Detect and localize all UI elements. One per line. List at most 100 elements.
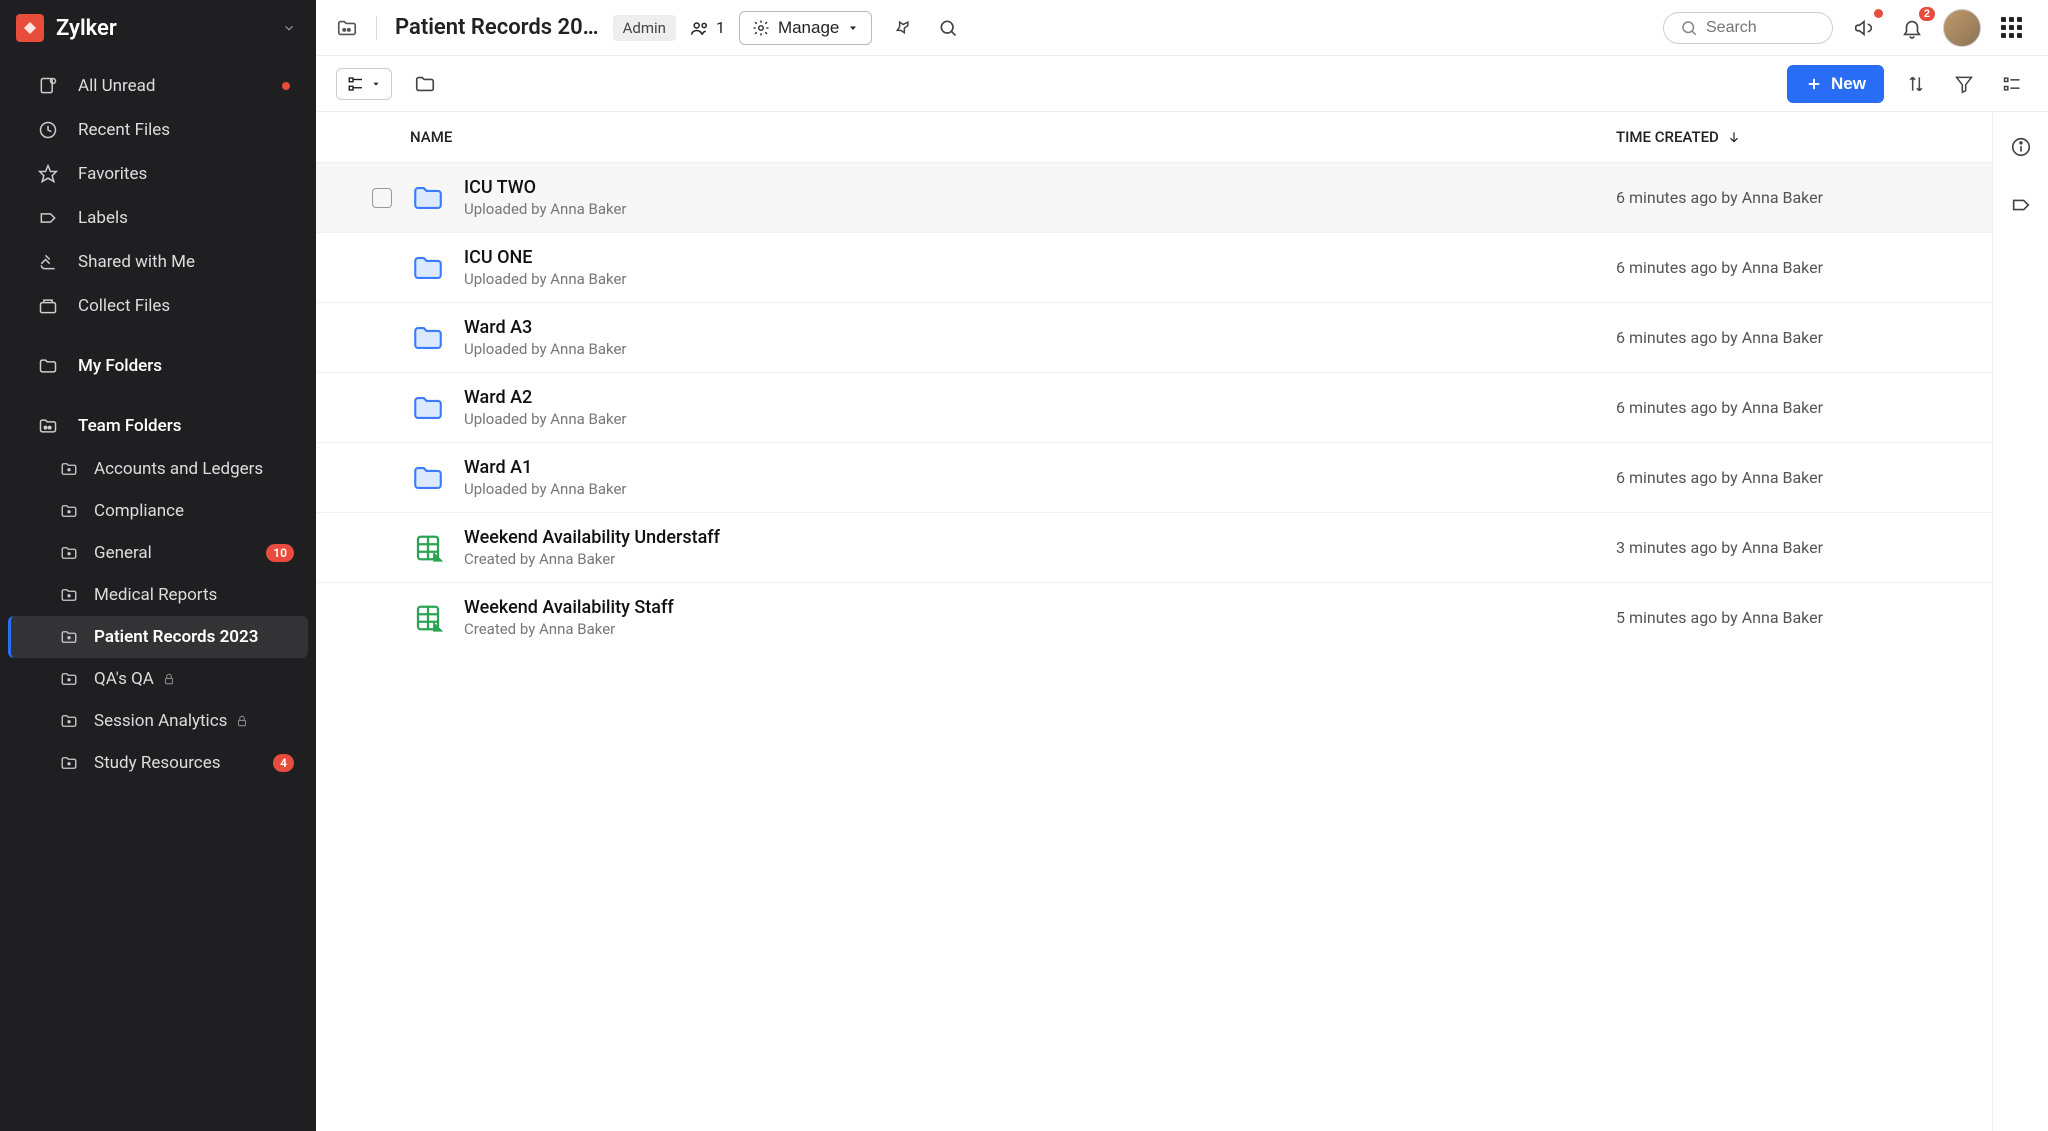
label-panel-button[interactable] (2004, 188, 2038, 222)
search-in-folder-button[interactable] (932, 12, 964, 44)
notification-dot (1874, 9, 1883, 18)
lock-icon (162, 672, 176, 686)
arrow-down-icon (1727, 130, 1741, 144)
team-folder-item[interactable]: Compliance (8, 490, 308, 532)
sidebar-nav-tag[interactable]: Labels (8, 196, 308, 240)
view-type-dropdown[interactable] (336, 68, 392, 100)
table-row[interactable]: ICU ONEUploaded by Anna Baker6 minutes a… (316, 232, 1992, 302)
file-list: NAME TIME CREATED ICU TWOUploaded by Ann… (316, 112, 1992, 1131)
global-search[interactable] (1663, 12, 1833, 44)
table-row[interactable]: Ward A1Uploaded by Anna Baker6 minutes a… (316, 442, 1992, 512)
sidebar-nav-share[interactable]: Shared with Me (8, 240, 308, 284)
table-row[interactable]: Weekend Availability UnderstaffCreated b… (316, 512, 1992, 582)
folder-icon (410, 460, 446, 496)
page-title: Patient Records 20… (395, 15, 599, 40)
sidebar-my-folders[interactable]: My Folders (8, 344, 308, 388)
caret-down-icon (847, 22, 859, 34)
sidebar-nav-clock[interactable]: Recent Files (8, 108, 308, 152)
team-folder-item[interactable]: QA's QA (8, 658, 308, 700)
sidebar-nav-unread[interactable]: All Unread (8, 64, 308, 108)
time-created: 6 minutes ago by Anna Baker (1616, 468, 1936, 487)
sidebar-item-label: Compliance (94, 501, 184, 521)
list-layout-icon (2002, 74, 2022, 94)
caret-down-icon (371, 79, 381, 89)
new-button[interactable]: New (1787, 65, 1884, 103)
share-icon (36, 250, 60, 274)
info-button[interactable] (2004, 130, 2038, 164)
file-subtitle: Uploaded by Anna Baker (464, 410, 1616, 428)
file-subtitle: Created by Anna Baker (464, 550, 1616, 568)
sidebar-nav-star[interactable]: Favorites (8, 152, 308, 196)
filter-button[interactable] (1948, 68, 1980, 100)
star-icon (36, 162, 60, 186)
team-folder-icon (58, 752, 80, 774)
sidebar-item-label: QA's QA (94, 669, 154, 689)
sidebar-item-label: Shared with Me (78, 252, 195, 272)
role-badge: Admin (613, 15, 676, 41)
tree-view-icon (347, 75, 365, 93)
table-row[interactable]: Ward A3Uploaded by Anna Baker6 minutes a… (316, 302, 1992, 372)
sidebar-item-label: Labels (78, 208, 128, 228)
team-folder-item[interactable]: Medical Reports (8, 574, 308, 616)
user-avatar[interactable] (1943, 9, 1981, 47)
col-name-header[interactable]: NAME (410, 128, 1616, 146)
sidebar-team-folders[interactable]: Team Folders (8, 404, 308, 448)
sort-button[interactable] (1900, 68, 1932, 100)
tag-icon (36, 206, 60, 230)
table-header: NAME TIME CREATED (316, 112, 1992, 162)
row-checkbox[interactable] (372, 188, 392, 208)
unread-dot (282, 82, 290, 90)
folder-icon (410, 390, 446, 426)
search-input[interactable] (1706, 19, 1816, 37)
search-icon (938, 18, 958, 38)
time-created: 6 minutes ago by Anna Baker (1616, 188, 1936, 207)
file-name: ICU TWO (464, 177, 1616, 198)
team-folder-item[interactable]: Session Analytics (8, 700, 308, 742)
folder-icon (410, 250, 446, 286)
sidebar-nav-collect[interactable]: Collect Files (8, 284, 308, 328)
sidebar-item-label: Favorites (78, 164, 147, 184)
org-name: Zylker (56, 16, 282, 41)
pin-icon (892, 18, 912, 38)
team-folder-item[interactable]: Accounts and Ledgers (8, 448, 308, 490)
team-folder-icon (58, 542, 80, 564)
filter-icon (1954, 74, 1974, 94)
team-folder-item[interactable]: General10 (8, 532, 308, 574)
pin-button[interactable] (886, 12, 918, 44)
folder-view-button[interactable] (408, 67, 442, 101)
org-switcher[interactable]: Zylker (0, 0, 316, 56)
count-badge: 4 (273, 754, 294, 772)
announcements-button[interactable] (1847, 11, 1881, 45)
team-folder-icon (58, 500, 80, 522)
bell-icon (1901, 17, 1923, 39)
apps-launcher[interactable] (1995, 11, 2028, 44)
team-folder-root-icon[interactable] (336, 17, 358, 39)
folder-icon (414, 73, 436, 95)
file-name: Ward A2 (464, 387, 1616, 408)
team-folder-icon (36, 414, 60, 438)
members-count[interactable]: 1 (690, 18, 725, 38)
main: Patient Records 20… Admin 1 Manage (316, 0, 2048, 1131)
new-label: New (1831, 74, 1866, 94)
org-logo (16, 14, 44, 42)
right-rail (1992, 112, 2048, 1131)
table-row[interactable]: Weekend Availability StaffCreated by Ann… (316, 582, 1992, 652)
table-row[interactable]: Ward A2Uploaded by Anna Baker6 minutes a… (316, 372, 1992, 442)
file-subtitle: Uploaded by Anna Baker (464, 340, 1616, 358)
divider (376, 16, 377, 40)
col-time-header[interactable]: TIME CREATED (1616, 128, 1936, 146)
table-row[interactable]: ICU TWOUploaded by Anna Baker6 minutes a… (316, 162, 1992, 232)
team-folder-item[interactable]: Study Resources4 (8, 742, 308, 784)
notifications-button[interactable]: 2 (1895, 11, 1929, 45)
layout-button[interactable] (1996, 68, 2028, 100)
toolbar: New (316, 56, 2048, 112)
count-badge: 10 (266, 544, 294, 562)
manage-button[interactable]: Manage (739, 11, 872, 45)
file-subtitle: Created by Anna Baker (464, 620, 1616, 638)
team-folder-item[interactable]: Patient Records 2023 (8, 616, 308, 658)
tag-icon (2010, 194, 2032, 216)
info-icon (2010, 136, 2032, 158)
time-created: 5 minutes ago by Anna Baker (1616, 608, 1936, 627)
spreadsheet-icon (410, 600, 446, 636)
sidebar-item-label: Patient Records 2023 (94, 627, 258, 647)
